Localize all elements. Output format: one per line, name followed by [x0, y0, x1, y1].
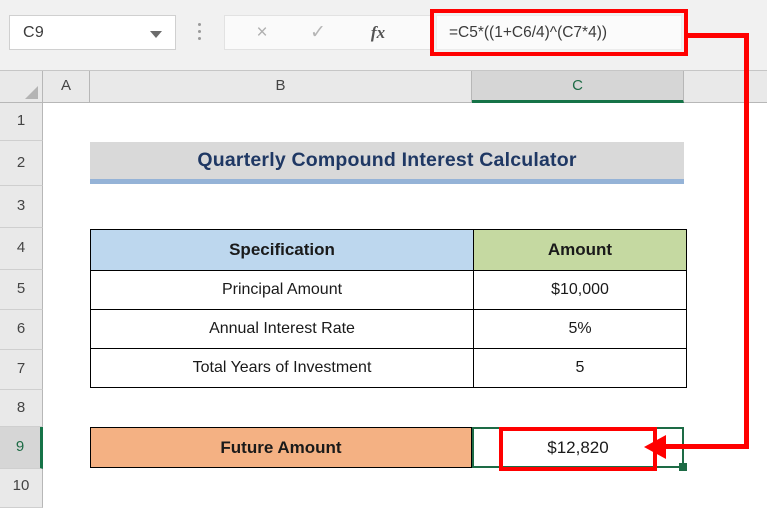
chevron-down-icon[interactable] [150, 31, 162, 38]
annotation-line-top [684, 33, 749, 38]
sheet-title: Quarterly Compound Interest Calculator [197, 149, 577, 171]
row-header-10[interactable]: 10 [0, 469, 43, 508]
column-header-empty [684, 71, 767, 103]
name-box[interactable]: C9 [9, 15, 176, 50]
table-row: Total Years of Investment 5 [90, 348, 687, 388]
future-amount-label[interactable]: Future Amount [90, 427, 472, 468]
row-header-9[interactable]: 9 [0, 427, 43, 469]
column-header-amount[interactable]: Amount [473, 229, 687, 271]
specification-table: Specification Amount Principal Amount $1… [90, 229, 687, 388]
insert-function-icon[interactable]: fx [363, 19, 393, 47]
row-header-7[interactable]: 7 [0, 350, 43, 390]
formula-bar-buttons: × ✓ fx [224, 15, 434, 50]
formula-highlight-box [430, 9, 688, 56]
row-header-4[interactable]: 4 [0, 228, 43, 270]
fill-handle[interactable] [679, 463, 687, 471]
table-row: Principal Amount $10,000 [90, 270, 687, 310]
select-all-corner[interactable] [0, 71, 43, 103]
confirm-check-icon[interactable]: ✓ [303, 19, 333, 47]
column-header-c[interactable]: C [472, 71, 684, 103]
row-header-3[interactable]: 3 [0, 186, 43, 228]
cell-principal-value[interactable]: $10,000 [473, 270, 687, 310]
row-header-1[interactable]: 1 [0, 103, 43, 141]
table-row: Annual Interest Rate 5% [90, 309, 687, 349]
column-header-b[interactable]: B [90, 71, 472, 103]
annotation-arrowhead-icon [644, 435, 666, 459]
sheet-title-cell[interactable]: Quarterly Compound Interest Calculator [90, 142, 684, 184]
row-header-5[interactable]: 5 [0, 270, 43, 310]
formula-bar-drag-handle[interactable] [198, 23, 202, 43]
cell-principal-label[interactable]: Principal Amount [90, 270, 474, 310]
name-box-value: C9 [23, 24, 45, 41]
select-all-triangle-icon [25, 86, 38, 99]
annotation-line-bottom [662, 444, 749, 449]
row-header-6[interactable]: 6 [0, 310, 43, 350]
row-header-8[interactable]: 8 [0, 390, 43, 427]
row-header-2[interactable]: 2 [0, 141, 43, 186]
result-highlight-box [499, 427, 657, 471]
cancel-icon[interactable]: × [247, 19, 277, 47]
annotation-line-vertical [744, 33, 749, 449]
column-header-a[interactable]: A [43, 71, 90, 103]
table-header-row: Specification Amount [90, 229, 687, 271]
cell-rate-label[interactable]: Annual Interest Rate [90, 309, 474, 349]
cell-rate-value[interactable]: 5% [473, 309, 687, 349]
cell-years-value[interactable]: 5 [473, 348, 687, 388]
column-header-specification[interactable]: Specification [90, 229, 474, 271]
cell-years-label[interactable]: Total Years of Investment [90, 348, 474, 388]
excel-window: C9 × ✓ fx =C5*((1+C6/4)^(C7*4)) A B C 1 … [0, 0, 767, 508]
